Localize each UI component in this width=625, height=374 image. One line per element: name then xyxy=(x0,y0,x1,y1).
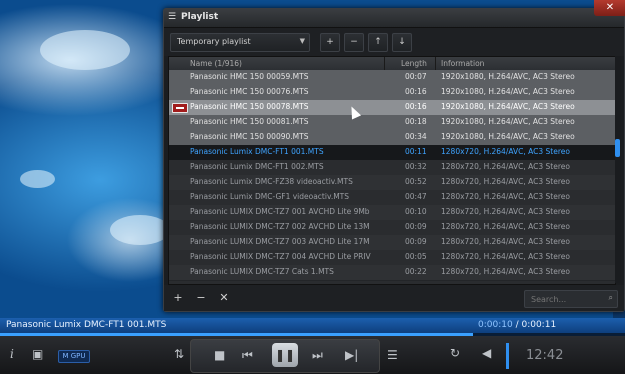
column-information[interactable]: Information xyxy=(441,59,484,68)
current-filename: Panasonic Lumix DMC-FT1 001.MTS xyxy=(6,320,167,330)
playlist-toolbar: Temporary playlist ▼ + − ↑ ↓ xyxy=(164,28,624,56)
move-up-button[interactable]: ↑ xyxy=(368,33,388,52)
playlist-select-value: Temporary playlist xyxy=(177,37,251,46)
search-icon[interactable]: ⌕ xyxy=(609,293,613,303)
settings-icon[interactable]: ⇅ xyxy=(174,347,184,361)
column-name[interactable]: Name (1/916) xyxy=(190,59,242,68)
table-row-current[interactable]: Panasonic Lumix DMC-FT1 001.MTS 00:11 12… xyxy=(169,145,615,161)
column-length[interactable]: Length xyxy=(401,59,427,68)
table-row[interactable]: Panasonic HMC 150 00081.MTS 00:18 1920x1… xyxy=(169,115,615,131)
playlist-footer: + − ✕ ⌕ xyxy=(164,285,624,311)
clock-display: 12:42 xyxy=(526,348,564,363)
table-row[interactable]: Panasonic Lumix DMC-GF1 videoactiv.MTS 0… xyxy=(169,190,615,206)
add-file-button[interactable]: + xyxy=(170,291,186,305)
scrollbar-thumb[interactable] xyxy=(615,139,620,157)
gpu-badge[interactable]: M GPU xyxy=(58,350,90,363)
table-row[interactable]: Panasonic LUMIX DMC-TZ7 001 AVCHD Lite 9… xyxy=(169,205,615,221)
step-forward-icon[interactable]: ▶| xyxy=(345,348,358,362)
status-bar: Panasonic Lumix DMC-FT1 001.MTS 0:00:10 … xyxy=(0,318,625,334)
stop-icon[interactable]: ■ xyxy=(214,348,225,362)
remove-playlist-button[interactable]: − xyxy=(344,33,364,52)
table-row[interactable]: Panasonic LUMIX DMC-TZ7 Cats 1.MTS 00:22… xyxy=(169,265,615,281)
table-row[interactable]: Panasonic HMC 150 00078.MTS 00:16 1920x1… xyxy=(169,100,615,116)
pause-button[interactable]: ❚❚ xyxy=(272,343,298,367)
clear-button[interactable]: ✕ xyxy=(216,291,232,305)
close-button[interactable]: ✕ xyxy=(594,0,625,16)
remove-file-button[interactable]: − xyxy=(193,291,209,305)
table-row[interactable]: Panasonic HMC 150 00059.MTS 00:07 1920x1… xyxy=(169,70,615,86)
playing-indicator-icon xyxy=(172,103,188,113)
add-playlist-button[interactable]: + xyxy=(320,33,340,52)
playlist-window[interactable]: ☰ Playlist ✕ Temporary playlist ▼ + − ↑ … xyxy=(163,0,625,312)
playlist-title: Playlist xyxy=(181,12,219,22)
table-row[interactable]: Panasonic LUMIX DMC-TZ7 002 AVCHD Lite 1… xyxy=(169,220,615,236)
search-box: ⌕ xyxy=(524,290,618,308)
table-row[interactable]: Panasonic LUMIX DMC-TZ7 004 AVCHD Lite P… xyxy=(169,250,615,266)
screenshot-icon[interactable]: ▣ xyxy=(32,347,43,361)
search-input[interactable] xyxy=(529,292,603,307)
water-splash xyxy=(20,170,55,188)
volume-icon[interactable]: ◀ xyxy=(482,346,491,360)
water-splash xyxy=(40,30,130,70)
next-icon[interactable]: ⏭ xyxy=(312,348,323,363)
water-splash xyxy=(110,215,170,245)
playlist-table[interactable]: Name (1/916) Length Information Panasoni… xyxy=(168,56,616,285)
table-row[interactable]: Panasonic HMC 150 00090.MTS 00:34 1920x1… xyxy=(169,130,615,146)
playlist-titlebar[interactable]: ☰ Playlist xyxy=(164,9,624,28)
playlist-icon[interactable]: ☰ xyxy=(387,348,398,362)
playlist-scrollbar[interactable] xyxy=(615,56,621,283)
volume-slider[interactable] xyxy=(506,343,509,369)
table-row[interactable]: Panasonic Lumix DMC-FT1 002.MTS 00:32 12… xyxy=(169,160,615,176)
chevron-down-icon: ▼ xyxy=(299,37,305,45)
table-row[interactable]: Panasonic Lumix DMC-FZ38 videoactiv.MTS … xyxy=(169,175,615,191)
table-row[interactable]: Panasonic HMC 150 00076.MTS 00:16 1920x1… xyxy=(169,85,615,101)
playlist-select[interactable]: Temporary playlist ▼ xyxy=(170,33,310,52)
previous-icon[interactable]: ⏮ xyxy=(242,348,253,363)
move-down-button[interactable]: ↓ xyxy=(392,33,412,52)
time-display: 0:00:10 / 0:00:11 xyxy=(478,320,557,330)
table-header: Name (1/916) Length Information xyxy=(169,57,615,71)
table-row[interactable]: Panasonic LUMIX DMC-TZ7 003 AVCHD Lite 1… xyxy=(169,235,615,251)
info-icon[interactable]: i xyxy=(10,347,14,361)
repeat-icon[interactable]: ↻ xyxy=(450,346,460,360)
list-icon: ☰ xyxy=(168,12,177,22)
